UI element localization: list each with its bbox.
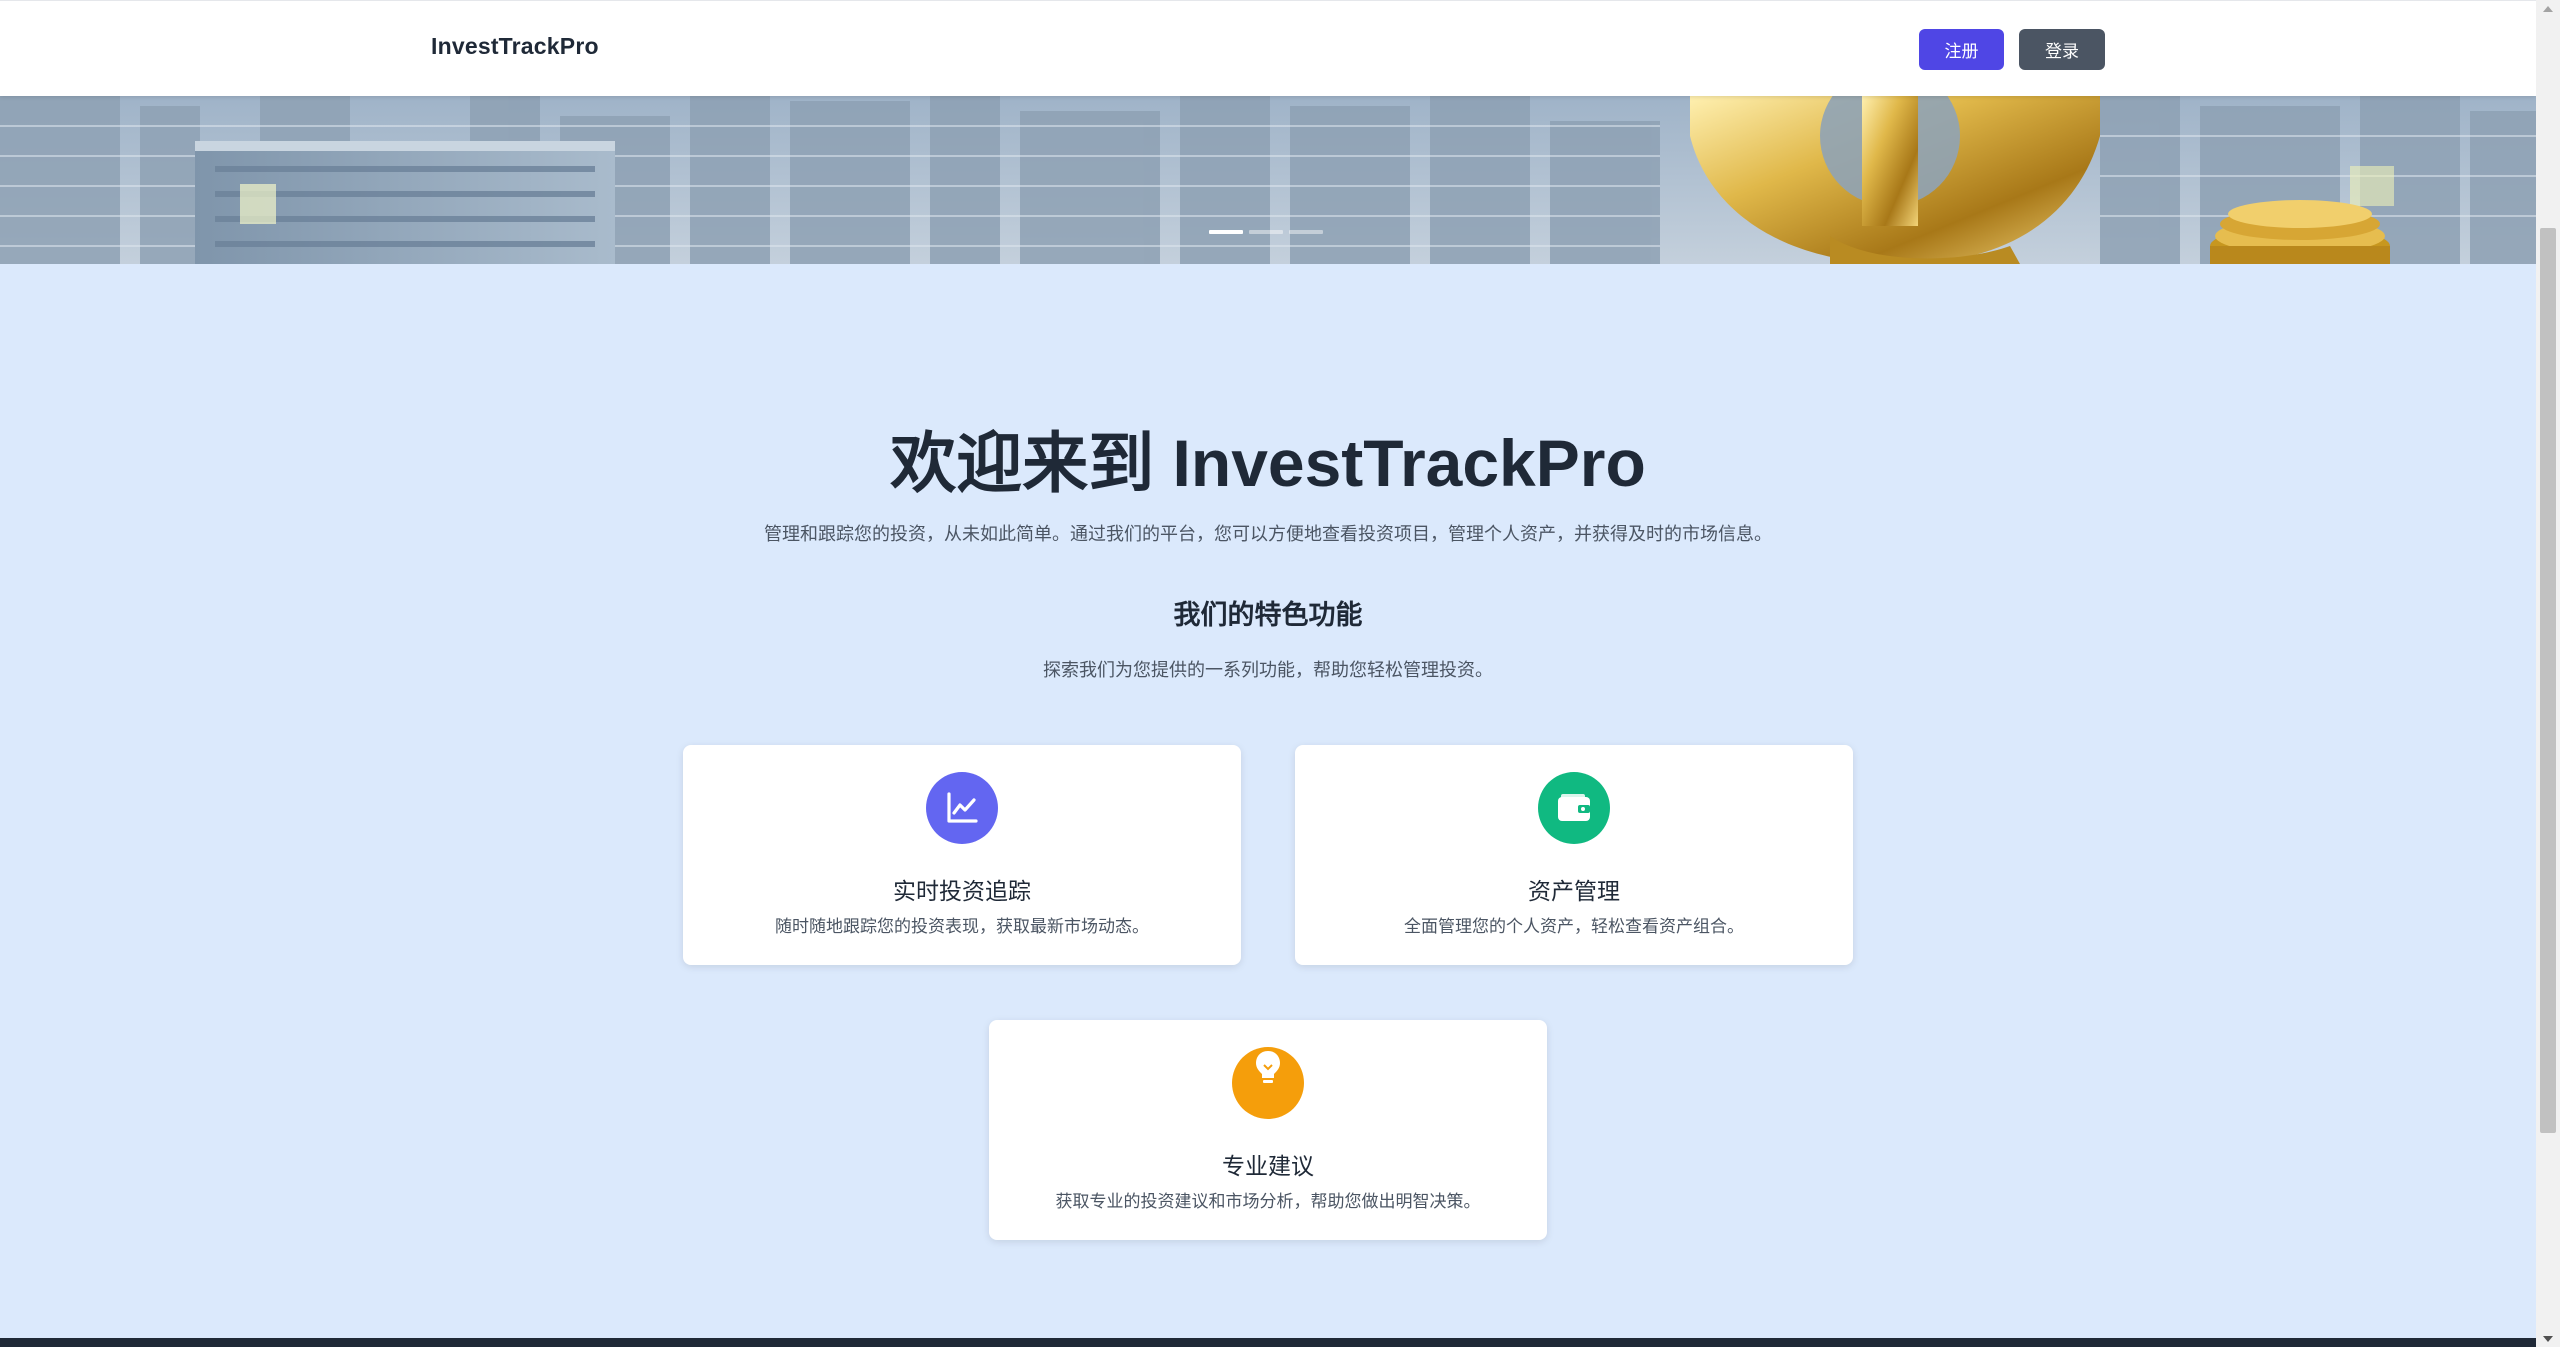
hero-carousel[interactable] <box>0 96 2536 264</box>
top-navbar: InvestTrackPro 注册 登录 <box>0 0 2536 96</box>
carousel-indicator-1[interactable] <box>1209 230 1243 234</box>
hero-subtitle: 管理和跟踪您的投资，从未如此简单。通过我们的平台，您可以方便地查看投资项目，管理… <box>764 524 1772 545</box>
register-button[interactable]: 注册 <box>1919 29 2004 70</box>
scroll-down-arrow-icon[interactable] <box>2536 1330 2560 1347</box>
carousel-indicator-2[interactable] <box>1249 230 1283 234</box>
wallet-icon <box>1538 772 1610 844</box>
feature-card-tracking: 实时投资追踪 随时随地跟踪您的投资表现，获取最新市场动态。 <box>683 745 1241 965</box>
brand-logo[interactable]: InvestTrackPro <box>431 33 599 60</box>
login-button[interactable]: 登录 <box>2019 29 2105 70</box>
page: InvestTrackPro 注册 登录 欢迎来到 InvestTrackPro… <box>0 0 2536 1347</box>
feature-description: 全面管理您的个人资产，轻松查看资产组合。 <box>1404 917 1744 937</box>
city-coins-banner-image <box>0 96 2536 264</box>
footer <box>0 1338 2536 1347</box>
vertical-scrollbar[interactable] <box>2536 0 2560 1347</box>
scrollbar-thumb[interactable] <box>2540 228 2556 1133</box>
features-title: 我们的特色功能 <box>1173 600 1363 631</box>
carousel-indicator-3[interactable] <box>1289 230 1323 234</box>
scroll-up-arrow-icon[interactable] <box>2536 0 2560 17</box>
feature-title: 专业建议 <box>1222 1154 1314 1180</box>
hero-title: 欢迎来到 InvestTrackPro <box>890 426 1646 500</box>
feature-title: 资产管理 <box>1528 879 1620 905</box>
feature-card-assets: 资产管理 全面管理您的个人资产，轻松查看资产组合。 <box>1295 745 1853 965</box>
feature-title: 实时投资追踪 <box>893 879 1031 905</box>
lightbulb-icon <box>1232 1047 1304 1119</box>
carousel-indicators <box>1209 230 1323 234</box>
features-subtitle: 探索我们为您提供的一系列功能，帮助您轻松管理投资。 <box>1043 660 1493 681</box>
feature-description: 获取专业的投资建议和市场分析，帮助您做出明智决策。 <box>1055 1192 1481 1212</box>
chart-line-icon <box>926 772 998 844</box>
feature-description: 随时随地跟踪您的投资表现，获取最新市场动态。 <box>775 917 1149 937</box>
feature-card-advice: 专业建议 获取专业的投资建议和市场分析，帮助您做出明智决策。 <box>989 1020 1547 1240</box>
